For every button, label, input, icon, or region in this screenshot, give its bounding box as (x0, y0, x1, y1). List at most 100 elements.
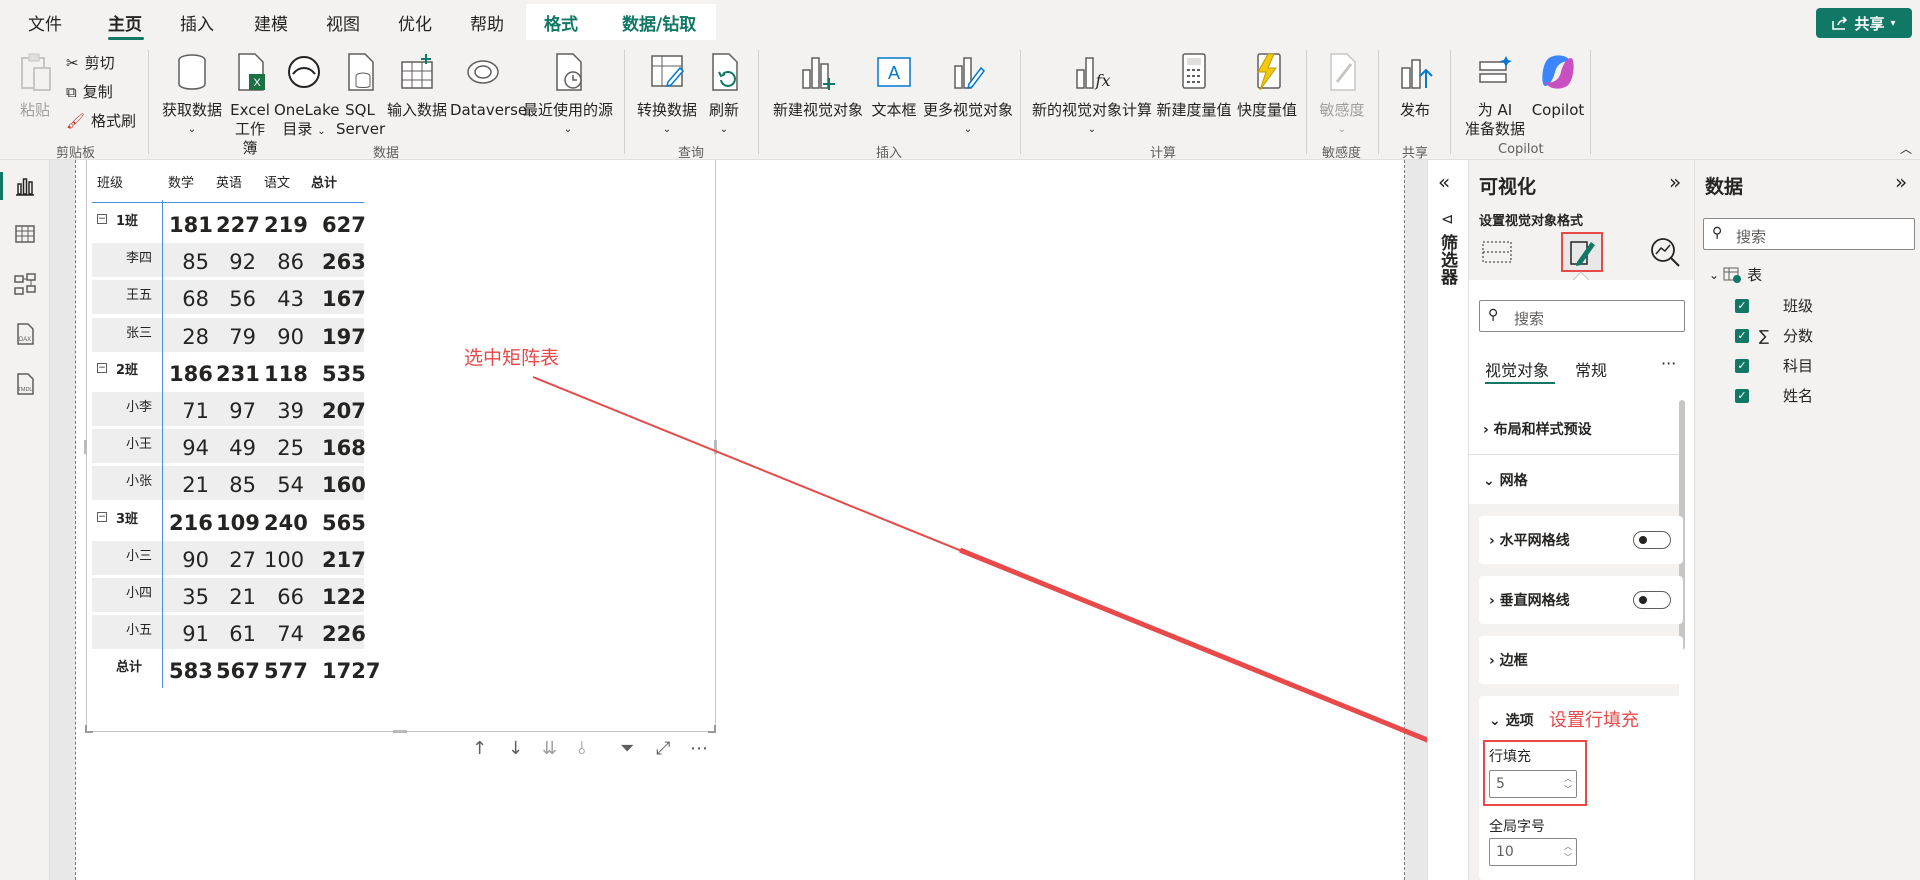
matrix-cell[interactable]: 583 (169, 659, 213, 683)
refresh-button[interactable]: 刷新 ⌄ (704, 52, 744, 139)
dataverse-button[interactable]: Dataverse (450, 52, 527, 120)
matrix-cell[interactable]: 21 (169, 473, 209, 497)
build-visual-icon[interactable] (1481, 236, 1513, 268)
expand-filters-icon[interactable]: « (1438, 170, 1450, 194)
subsection-border[interactable]: › 边框 (1479, 636, 1683, 684)
field-name[interactable]: ✓ 姓名 (1735, 385, 1813, 406)
menu-insert[interactable]: 插入 (180, 10, 214, 35)
resize-handle[interactable] (393, 730, 407, 733)
matrix-cell[interactable]: 61 (216, 622, 256, 646)
menu-modeling[interactable]: 建模 (254, 10, 288, 35)
matrix-cell[interactable]: 35 (169, 585, 209, 609)
matrix-cell[interactable]: 186 (169, 362, 213, 386)
collapse-viz-icon[interactable]: » (1669, 170, 1681, 194)
sql-server-button[interactable]: SQL Server (336, 52, 385, 139)
corner-handle[interactable] (708, 725, 716, 733)
dax-query-icon[interactable]: DAX (13, 322, 37, 346)
new-visual-button[interactable]: 新建视觉对象 (770, 52, 866, 120)
matrix-cell[interactable]: 56 (216, 287, 256, 311)
matrix-cell[interactable]: 27 (216, 548, 256, 572)
matrix-header-class[interactable]: 班级 (97, 172, 123, 191)
subsection-v-gridlines[interactable]: › 垂直网格线 (1479, 576, 1683, 624)
cut-button[interactable]: ✂ 剪切 (66, 52, 115, 73)
matrix-cell[interactable]: 91 (169, 622, 209, 646)
collapse-icon[interactable]: − (97, 214, 107, 224)
matrix-cell[interactable]: 627 (322, 213, 366, 237)
matrix-cell[interactable]: 577 (264, 659, 308, 683)
more-options-icon[interactable]: ··· (1661, 354, 1676, 373)
matrix-cell[interactable]: 263 (322, 250, 366, 274)
model-view-icon[interactable] (13, 272, 37, 296)
menu-help[interactable]: 帮助 (470, 10, 504, 35)
matrix-cell[interactable]: 79 (216, 325, 256, 349)
new-visual-calc-button[interactable]: fx 新的视觉对象计算 ⌄ (1030, 52, 1154, 139)
prep-data-ai-button[interactable]: 为 AI 准备数据 (1460, 52, 1530, 139)
matrix-cell[interactable]: 66 (264, 585, 304, 609)
next-level-icon[interactable]: ⇊ (542, 738, 557, 759)
matrix-cell[interactable]: 85 (169, 250, 209, 274)
field-class[interactable]: ✓ 班级 (1735, 295, 1813, 316)
textbox-button[interactable]: A 文本框 (866, 52, 922, 120)
table-node[interactable]: ⌄ 表 (1709, 264, 1762, 285)
enter-data-button[interactable]: 输入数据 (384, 52, 450, 120)
focus-mode-icon[interactable]: ⤢ (656, 738, 670, 759)
quick-measure-button[interactable]: 快度量值 (1234, 52, 1300, 120)
matrix-cell[interactable]: 39 (264, 399, 304, 423)
report-view-icon[interactable] (13, 174, 37, 198)
matrix-row-header[interactable]: 小张 (126, 470, 152, 489)
tab-general[interactable]: 常规 (1575, 357, 1607, 381)
matrix-cell[interactable]: 21 (216, 585, 256, 609)
menu-view[interactable]: 视图 (326, 10, 360, 35)
data-search-input[interactable]: ⚲ 搜索 (1703, 218, 1915, 250)
tmdl-view-icon[interactable]: TMDL (13, 372, 37, 396)
matrix-row-header[interactable]: 李四 (126, 247, 152, 266)
format-painter-button[interactable]: 🖌 格式刷 (66, 110, 136, 131)
matrix-cell[interactable]: 74 (264, 622, 304, 646)
expand-hierarchy-icon[interactable]: ⫰ (578, 738, 586, 759)
matrix-row-header[interactable]: 小王 (126, 433, 152, 452)
publish-button[interactable]: 发布 (1392, 52, 1438, 120)
matrix-cell[interactable]: 100 (264, 548, 304, 572)
v-gridlines-toggle[interactable] (1633, 591, 1671, 609)
matrix-cell[interactable]: 94 (169, 436, 209, 460)
matrix-cell[interactable]: 207 (322, 399, 366, 423)
table-view-icon[interactable] (13, 222, 37, 246)
matrix-cell[interactable]: 54 (264, 473, 304, 497)
matrix-cell[interactable]: 25 (264, 436, 304, 460)
h-gridlines-toggle[interactable] (1633, 531, 1671, 549)
matrix-cell[interactable]: 109 (216, 511, 260, 535)
matrix-header-chinese[interactable]: 语文 (264, 172, 290, 191)
matrix-row-header[interactable]: 3班 (116, 508, 138, 527)
matrix-cell[interactable]: 28 (169, 325, 209, 349)
matrix-cell[interactable]: 1727 (322, 659, 380, 683)
section-layout-presets[interactable]: › 布局和样式预设 (1483, 419, 1592, 439)
matrix-cell[interactable]: 160 (322, 473, 366, 497)
matrix-cell[interactable]: 535 (322, 362, 366, 386)
matrix-cell[interactable]: 565 (322, 511, 366, 535)
stepper-arrows-icon[interactable]: ︿ ﹀ (1564, 773, 1572, 795)
matrix-header-math[interactable]: 数学 (168, 172, 194, 191)
options-header[interactable]: ⌄ 选项 (1489, 710, 1534, 730)
subsection-h-gridlines[interactable]: › 水平网格线 (1479, 516, 1683, 564)
more-visuals-button[interactable]: 更多视觉对象 ⌄ (920, 52, 1016, 139)
corner-handle[interactable] (85, 725, 93, 733)
matrix-row-header[interactable]: 小四 (126, 582, 152, 601)
matrix-cell[interactable]: 240 (264, 511, 308, 535)
matrix-cell[interactable]: 216 (169, 511, 213, 535)
excel-button[interactable]: X Excel 工作簿 (228, 52, 272, 158)
new-measure-button[interactable]: 新建度量值 (1154, 52, 1234, 120)
copy-button[interactable]: ⧉ 复制 (66, 81, 113, 102)
matrix-row-header[interactable]: 王五 (126, 284, 152, 303)
viz-search-input[interactable]: ⚲ 搜索 (1479, 300, 1685, 332)
matrix-cell[interactable]: 85 (216, 473, 256, 497)
matrix-cell[interactable]: 219 (264, 213, 308, 237)
checkbox-checked-icon[interactable]: ✓ (1735, 298, 1749, 313)
matrix-cell[interactable]: 227 (216, 213, 260, 237)
matrix-cell[interactable]: 181 (169, 213, 213, 237)
matrix-row-header[interactable]: 张三 (126, 322, 152, 341)
global-font-input[interactable]: 10 ︿ ﹀ (1489, 838, 1577, 866)
matrix-cell[interactable]: 92 (216, 250, 256, 274)
matrix-cell[interactable]: 97 (216, 399, 256, 423)
paste-button[interactable]: 粘贴 (14, 52, 56, 120)
field-score[interactable]: ✓ ∑ 分数 (1735, 325, 1813, 346)
